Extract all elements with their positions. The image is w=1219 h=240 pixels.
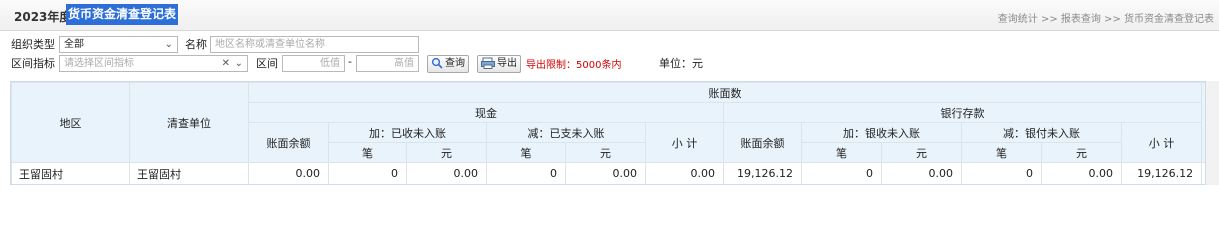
header-cash: 现金	[248, 102, 724, 123]
org-type-value: 全部	[64, 39, 84, 50]
header-cash-sub-yuan: 元	[565, 142, 646, 163]
clear-icon[interactable]: ✕	[222, 56, 230, 71]
low-value-input[interactable]: 低值	[282, 55, 345, 72]
breadcrumb: 查询统计 >> 报表查询 >> 货币资金清查登记表	[997, 14, 1214, 25]
header-bank-balance: 账面余额	[723, 122, 802, 163]
cell-region: 王留固村	[11, 162, 130, 184]
name-input[interactable]: 地区名称或清查单位名称	[210, 36, 419, 53]
query-button[interactable]: 查询	[427, 55, 469, 73]
header-unit: 清查单位	[129, 82, 249, 163]
data-table: 地区 清查单位 账面数 现金 银行存款 账面余额 加：已收未入账 减：已支未入账…	[10, 81, 1206, 185]
range-indicator-label: 区间指标	[11, 57, 55, 70]
cell-bank-sub-yuan: 0.00	[1041, 162, 1122, 184]
cell-bank-balance: 19,126.12	[723, 162, 802, 184]
high-value-input[interactable]: 高值	[356, 55, 419, 72]
org-type-label: 组织类型	[11, 38, 55, 51]
header-bank-add-yuan: 元	[881, 142, 962, 163]
cell-cash-sub-yuan: 0.00	[565, 162, 646, 184]
year-label: 2023年度	[14, 10, 72, 24]
header-bank: 银行存款	[722, 102, 1203, 123]
cell-cash-sub-count: 0	[486, 162, 566, 184]
header-cash-add-yuan: 元	[406, 142, 487, 163]
cell-cash-subtotal: 0.00	[645, 162, 724, 184]
title-bar: 2023年度 货币资金清查登记表 查询统计 >> 报表查询 >> 货币资金清查登…	[0, 0, 1219, 31]
cell-bank-sub-count: 0	[961, 162, 1042, 184]
name-label: 名称	[185, 38, 207, 51]
header-cash-sub: 减：已支未入账	[486, 122, 646, 143]
export-limit-note: 导出限制：5000条内	[526, 60, 622, 71]
header-cash-add-count: 笔	[328, 142, 407, 163]
query-button-label: 查询	[445, 58, 465, 69]
export-button-label: 导出	[497, 58, 517, 69]
high-value-placeholder: 高值	[394, 58, 414, 69]
cell-cash-balance: 0.00	[248, 162, 329, 184]
header-region: 地区	[11, 82, 130, 163]
chevron-down-icon: ⌄	[234, 58, 243, 69]
cell-bank-subtotal: 19,126.12	[1120, 162, 1203, 184]
export-icon	[481, 57, 495, 69]
header-bank-sub-count: 笔	[961, 142, 1042, 163]
header-cash-add: 加：已收未入账	[328, 122, 487, 143]
chevron-down-icon: ⌄	[164, 39, 173, 50]
header-cash-subtotal: 小 计	[645, 122, 724, 163]
header-cash-balance: 账面余额	[248, 122, 329, 163]
name-placeholder: 地区名称或清查单位名称	[215, 39, 325, 50]
interval-dash: -	[348, 55, 352, 68]
low-value-placeholder: 低值	[320, 58, 340, 69]
range-indicator-select[interactable]: 请选择区间指标 ✕ ⌄	[59, 55, 248, 72]
cell-cash-add-yuan: 0.00	[406, 162, 487, 184]
range-indicator-placeholder: 请选择区间指标	[64, 58, 134, 69]
header-book-amount: 账面数	[247, 82, 1203, 103]
vertical-scrollbar[interactable]	[1206, 81, 1219, 185]
cell-unit: 王留固村	[129, 162, 249, 184]
header-cash-sub-count: 笔	[486, 142, 566, 163]
header-bank-sub-yuan: 元	[1041, 142, 1122, 163]
header-bank-subtotal: 小 计	[1120, 122, 1203, 163]
cell-bank-add-count: 0	[801, 162, 882, 184]
header-bank-add-count: 笔	[801, 142, 882, 163]
interval-label: 区间	[256, 57, 278, 70]
header-bank-add: 加：银收未入账	[801, 122, 962, 143]
header-bank-sub: 减：银付未入账	[961, 122, 1122, 143]
unit-label: 单位：元	[659, 57, 703, 70]
search-icon	[431, 57, 443, 69]
table-row[interactable]: 王留固村 王留固村 0.00 0 0.00 0 0.00 0.00 19,126…	[11, 162, 1205, 184]
page-title: 货币资金清查登记表	[66, 4, 179, 25]
cell-cash-add-count: 0	[328, 162, 407, 184]
export-button[interactable]: 导出	[477, 55, 521, 73]
cell-bank-add-yuan: 0.00	[881, 162, 962, 184]
org-type-select[interactable]: 全部 ⌄	[59, 36, 178, 53]
